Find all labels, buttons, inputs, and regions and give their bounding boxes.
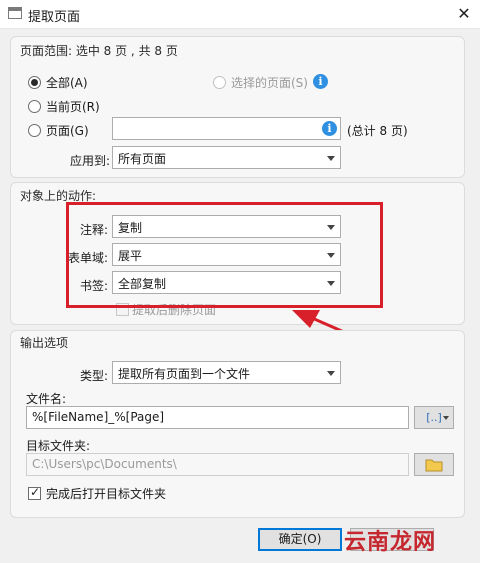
radio-current-page-label: 当前页(R)	[46, 100, 100, 114]
folder-icon	[425, 459, 443, 472]
dropdown-arrow-icon	[327, 156, 335, 161]
ok-button-label: 确定(O)	[278, 532, 322, 546]
radio-current-page[interactable]	[28, 100, 41, 113]
type-value: 提取所有页面到一个文件	[118, 367, 251, 381]
filename-label: 文件名:	[26, 392, 67, 406]
app-window-icon	[8, 7, 22, 19]
open-after-checkbox[interactable]	[28, 485, 41, 500]
apply-to-select[interactable]: 所有页面	[112, 146, 341, 169]
info-icon[interactable]: i	[313, 74, 328, 89]
window-title: 提取页面	[28, 10, 81, 25]
browse-folder-button[interactable]	[414, 453, 454, 476]
type-label: 类型:	[80, 369, 109, 383]
chevron-down-icon	[443, 416, 449, 420]
apply-to-label: 应用到:	[70, 154, 111, 168]
ok-button[interactable]: 确定(O)	[258, 528, 342, 551]
watermark-logo: 云南龙网	[344, 530, 437, 555]
output-title: 输出选项	[20, 336, 69, 350]
macro-insert-icon: [..]	[426, 411, 442, 424]
apply-to-value: 所有页面	[118, 152, 167, 166]
folder-label: 目标文件夹:	[26, 439, 91, 453]
radio-pages-label: 页面(G)	[46, 124, 89, 138]
highlight-box	[66, 202, 383, 308]
radio-selected-pages-label: 选择的页面(S)	[231, 76, 308, 90]
type-select[interactable]: 提取所有页面到一个文件	[112, 361, 341, 384]
dropdown-arrow-icon	[327, 371, 335, 376]
info-icon[interactable]: i	[322, 121, 337, 136]
radio-all-label: 全部(A)	[46, 76, 88, 90]
close-icon[interactable]: ✕	[452, 3, 476, 25]
folder-input[interactable]: C:\Users\pc\Documents\	[26, 453, 409, 476]
total-pages-label: (总计 8 页)	[347, 124, 408, 138]
radio-all[interactable]	[28, 76, 41, 89]
filename-input[interactable]: %[FileName]_%[Page]	[26, 406, 409, 429]
pages-input[interactable]	[112, 117, 341, 140]
page-range-title: 页面范围: 选中 8 页 , 共 8 页	[20, 44, 178, 58]
open-after-label: 完成后打开目标文件夹	[46, 487, 167, 501]
title-bar: 提取页面 ✕	[0, 0, 480, 29]
macro-insert-button[interactable]: [..]	[414, 406, 454, 429]
radio-selected-pages[interactable]	[213, 76, 226, 89]
radio-pages[interactable]	[28, 124, 41, 137]
